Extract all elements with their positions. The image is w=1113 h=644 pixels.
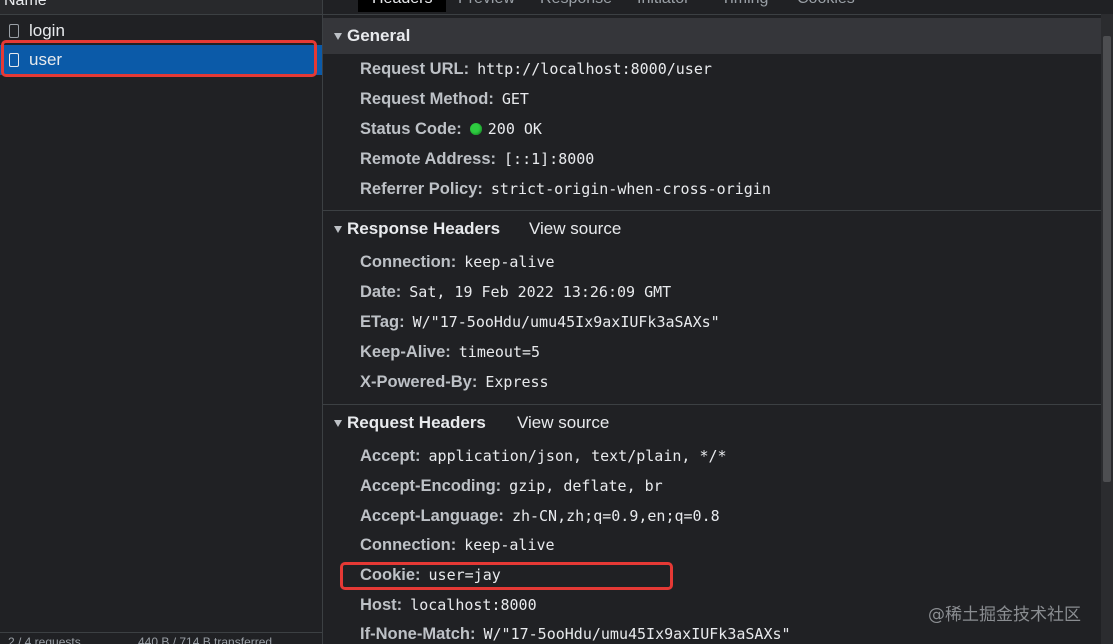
header-key: If-None-Match: — [360, 624, 476, 643]
requests-count: 2 / 4 requests — [8, 635, 81, 644]
header-row: Accept-Language: zh-CN,zh;q=0.9,en;q=0.8 — [360, 502, 720, 530]
header-row: ETag: W/"17-5ooHdu/umu45Ix9axIUFk3aSAXs" — [360, 308, 720, 336]
devtools-network-panel: Name login user 2 / 4 requests 440 B / 7… — [0, 0, 1113, 644]
header-key: Remote Address: — [360, 149, 497, 168]
header-row: Remote Address: [::1]:8000 — [360, 145, 594, 173]
header-key: Request Method: — [360, 89, 494, 108]
header-value: W/"17-5ooHdu/umu45Ix9axIUFk3aSAXs" — [412, 313, 720, 331]
section-request-headers-header[interactable]: Request Headers View source — [323, 405, 1101, 441]
request-list-panel: Name login user 2 / 4 requests 440 B / 7… — [0, 0, 323, 644]
header-key: Date: — [360, 282, 402, 301]
tab-headers[interactable]: Headers — [358, 0, 447, 12]
header-key: Host: — [360, 595, 403, 614]
view-source-link[interactable]: View source — [529, 219, 621, 239]
header-key: Accept: — [360, 446, 421, 465]
expand-triangle-icon — [334, 32, 342, 40]
header-row: If-None-Match: W/"17-5ooHdu/umu45Ix9axIU… — [360, 620, 791, 644]
tab-cookies[interactable]: Cookies — [783, 0, 869, 12]
header-value: localhost:8000 — [410, 596, 537, 614]
header-row: Request Method: GET — [360, 85, 529, 113]
header-value: [::1]:8000 — [504, 150, 595, 168]
header-value: zh-CN,zh;q=0.9,en;q=0.8 — [511, 507, 720, 525]
details-tab-bar: Headers Preview Response Initiator Timin… — [323, 0, 1113, 15]
header-key: Accept-Encoding: — [360, 476, 502, 495]
watermark: @稀土掘金技术社区 — [928, 605, 1081, 625]
section-response-headers-header[interactable]: Response Headers View source — [323, 211, 1101, 247]
header-key: Status Code: — [360, 119, 462, 138]
header-value: keep-alive — [464, 253, 555, 271]
header-value: gzip, deflate, br — [509, 477, 663, 495]
tab-initiator[interactable]: Initiator — [623, 0, 703, 12]
header-value: 200 OK — [487, 120, 542, 138]
highlight-box-cookie-row — [340, 562, 673, 590]
header-value: Express — [485, 373, 549, 391]
header-row: Accept: application/json, text/plain, */… — [360, 442, 727, 470]
scrollbar-thumb[interactable] — [1103, 36, 1111, 482]
header-row: Keep-Alive: timeout=5 — [360, 338, 540, 366]
header-key: Keep-Alive: — [360, 342, 451, 361]
header-key: X-Powered-By: — [360, 372, 478, 391]
name-column-header[interactable]: Name — [0, 0, 322, 15]
expand-triangle-icon — [334, 419, 342, 427]
expand-triangle-icon — [334, 225, 342, 233]
section-title: Request Headers — [347, 413, 486, 432]
header-row: Connection: keep-alive — [360, 248, 555, 276]
section-general-header[interactable]: General — [323, 18, 1101, 54]
header-key: ETag: — [360, 312, 405, 331]
header-key: Connection: — [360, 252, 457, 271]
header-value: application/json, text/plain, */* — [428, 447, 727, 465]
header-key: Connection: — [360, 535, 457, 554]
tab-preview[interactable]: Preview — [444, 0, 529, 12]
header-value: http://localhost:8000/user — [477, 60, 712, 78]
header-row: Request URL: http://localhost:8000/user — [360, 55, 712, 83]
status-ok-icon — [469, 123, 482, 135]
header-row: Host: localhost:8000 — [360, 591, 537, 619]
header-row: Connection: keep-alive — [360, 531, 555, 559]
name-column-label: Name — [4, 0, 47, 9]
header-row: Status Code: 200 OK — [360, 115, 542, 143]
header-value: timeout=5 — [458, 343, 541, 361]
view-source-link[interactable]: View source — [517, 413, 609, 433]
header-row: Date: Sat, 19 Feb 2022 13:26:09 GMT — [360, 278, 671, 306]
section-title: General — [347, 26, 411, 45]
transferred-size: 440 B / 714 B transferred — [138, 635, 273, 644]
document-icon — [9, 24, 19, 38]
request-name: login — [29, 21, 65, 40]
tab-response[interactable]: Response — [526, 0, 626, 12]
request-details-panel: Headers Preview Response Initiator Timin… — [323, 0, 1113, 644]
header-key: Accept-Language: — [360, 506, 504, 525]
vertical-scrollbar[interactable] — [1101, 14, 1113, 644]
header-key: Request URL: — [360, 59, 470, 78]
header-value: strict-origin-when-cross-origin — [490, 180, 771, 198]
header-value: W/"17-5ooHdu/umu45Ix9axIUFk3aSAXs" — [483, 625, 791, 643]
header-value: keep-alive — [464, 536, 555, 554]
header-row: X-Powered-By: Express — [360, 368, 549, 396]
header-row: Referrer Policy: strict-origin-when-cros… — [360, 175, 771, 203]
section-title: Response Headers — [347, 219, 501, 238]
header-row: Accept-Encoding: gzip, deflate, br — [360, 472, 663, 500]
request-summary-footer: 2 / 4 requests 440 B / 714 B transferred — [0, 632, 322, 644]
tab-timing[interactable]: Timing — [707, 0, 782, 12]
highlight-box-user-row — [1, 40, 317, 77]
header-value: GET — [501, 90, 529, 108]
header-value: Sat, 19 Feb 2022 13:26:09 GMT — [409, 283, 672, 301]
header-key: Referrer Policy: — [360, 179, 483, 198]
